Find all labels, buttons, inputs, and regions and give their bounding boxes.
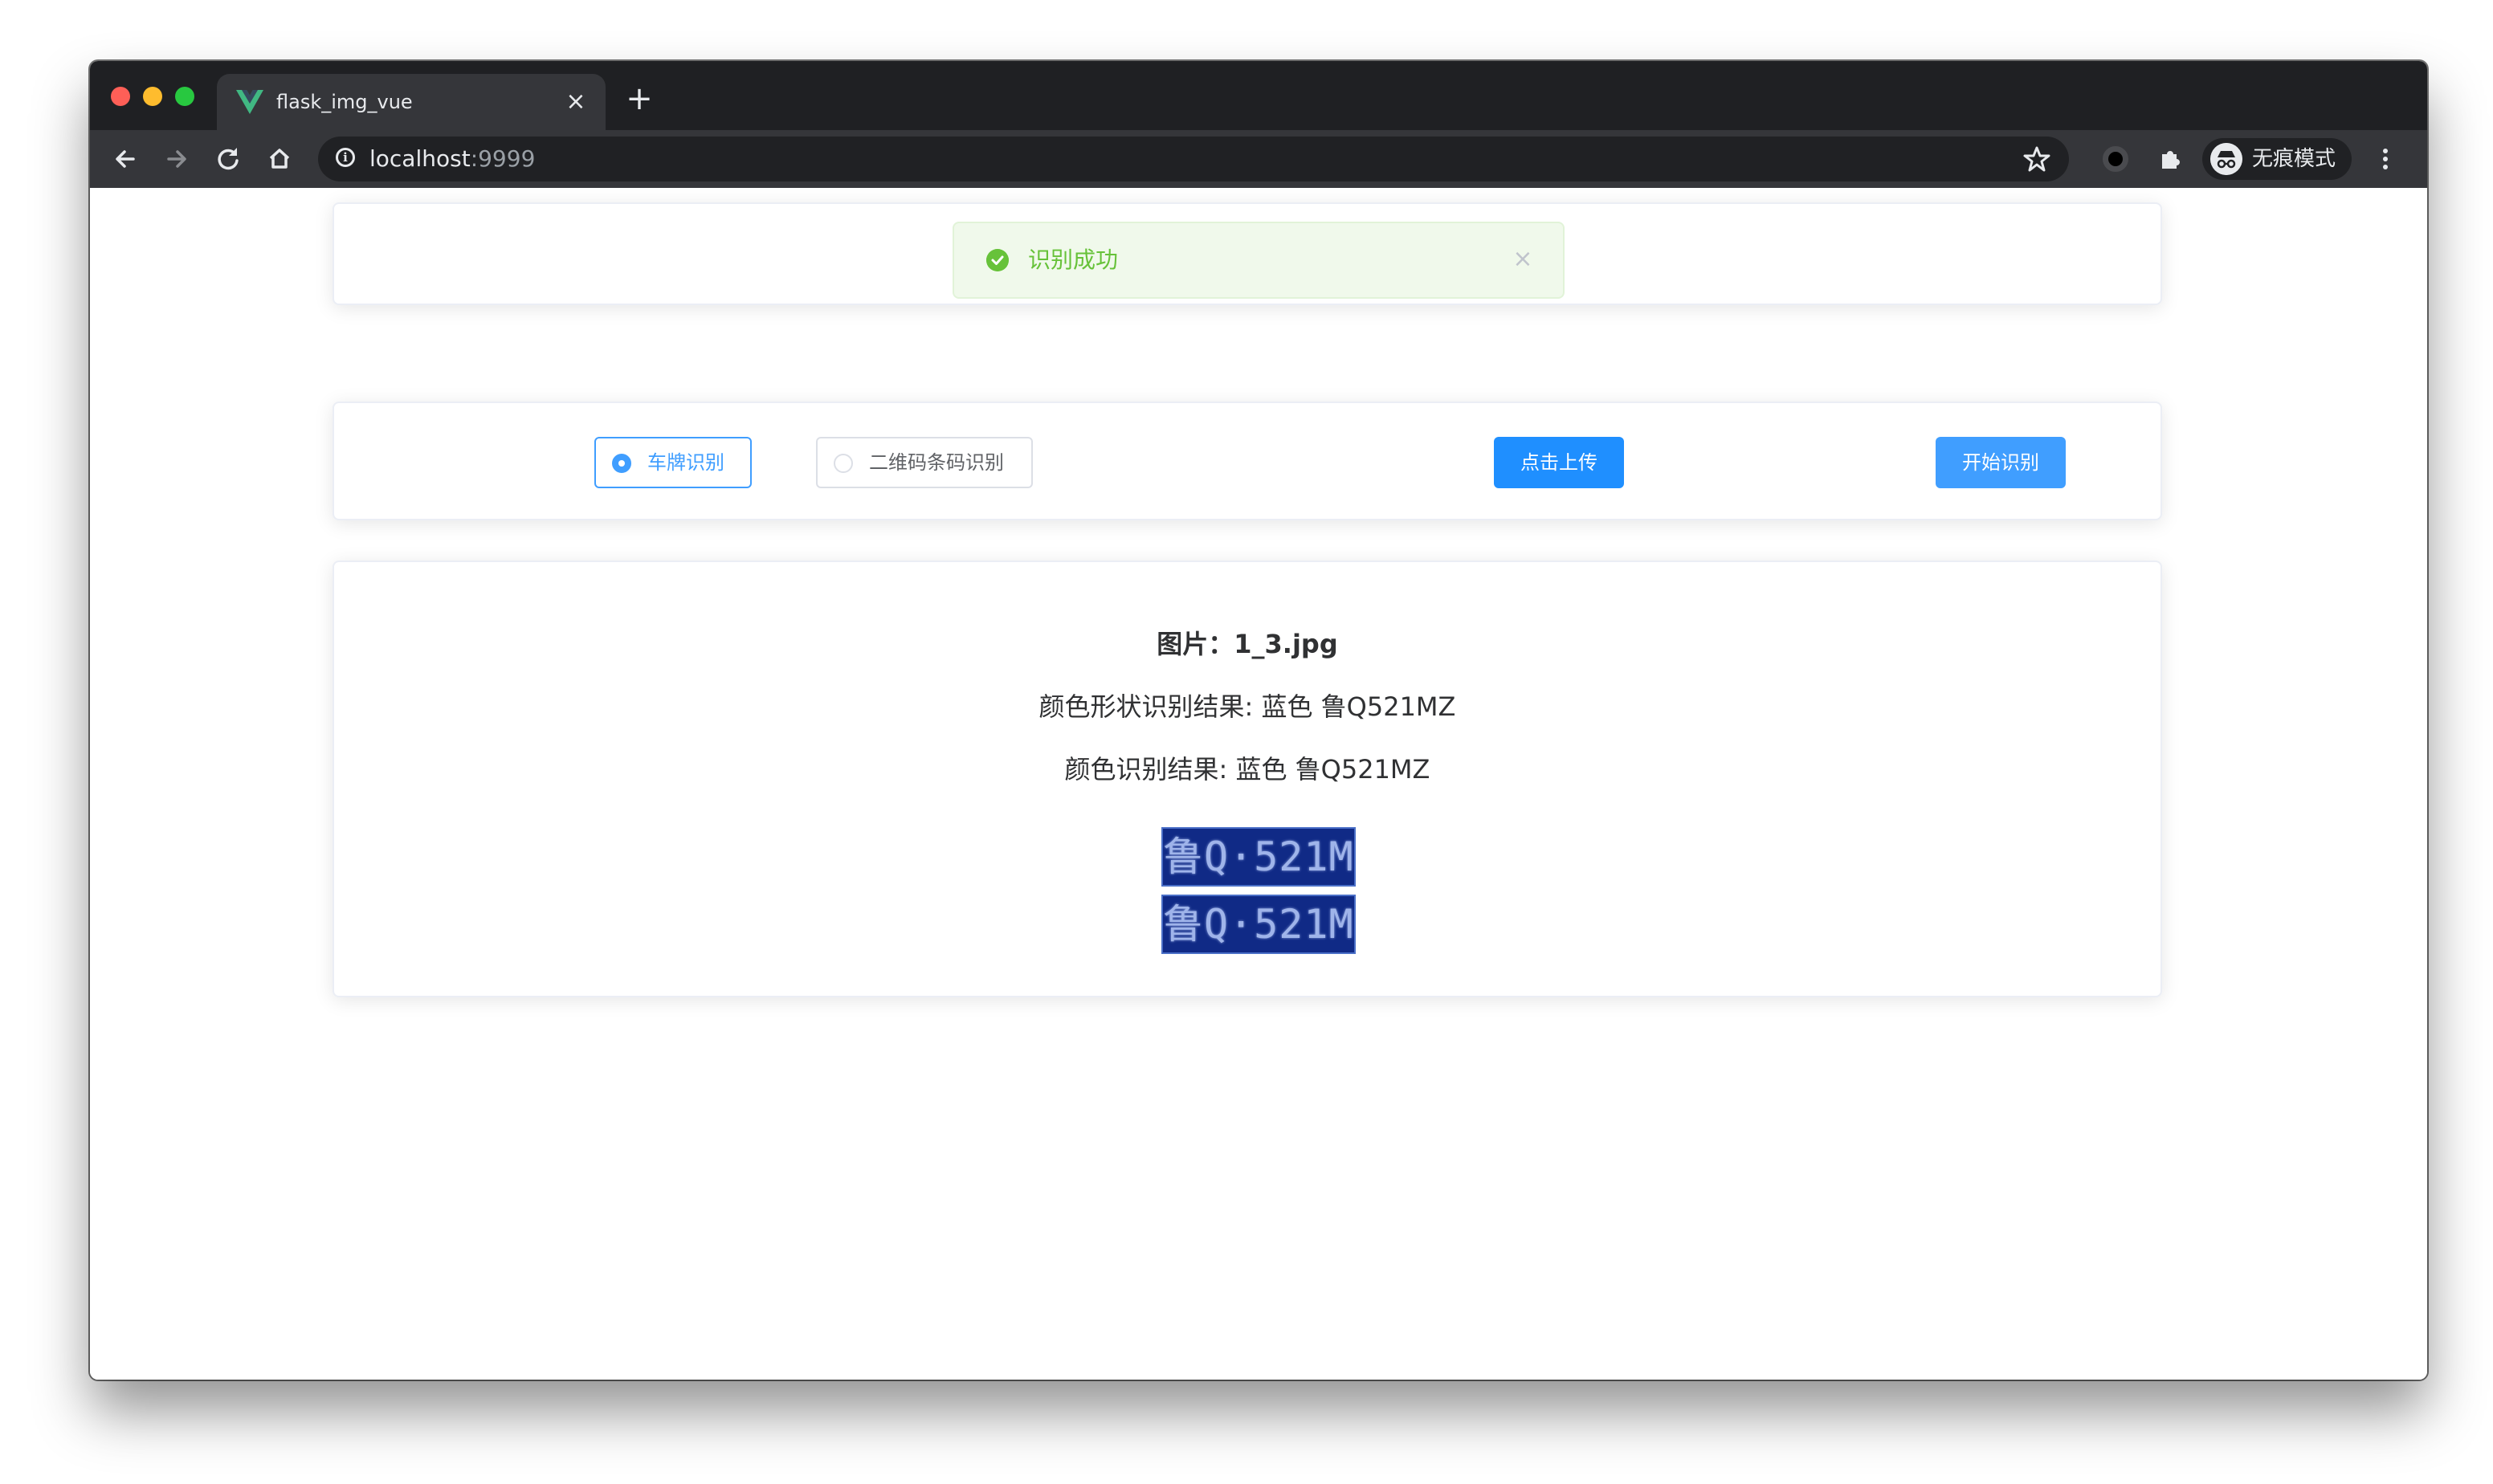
home-icon bbox=[269, 149, 290, 169]
forward-arrow-icon bbox=[167, 150, 186, 168]
minimize-window-button[interactable] bbox=[143, 87, 162, 106]
radio-label: 车牌识别 bbox=[647, 451, 724, 474]
radio-plate-recognition[interactable]: 车牌识别 bbox=[594, 437, 752, 488]
result-image-title: 图片：1_3.jpg bbox=[1157, 629, 1338, 659]
shape-color-result: 颜色形状识别结果: 蓝色 鲁Q521MZ bbox=[1038, 691, 1456, 722]
address-bar[interactable]: i localhost:9999 bbox=[318, 137, 2069, 181]
url-port: :9999 bbox=[470, 145, 536, 172]
browser-tab[interactable]: flask_img_vue × bbox=[217, 74, 606, 130]
message-card: 识别成功 × bbox=[333, 202, 2162, 305]
back-arrow-icon bbox=[116, 150, 135, 168]
site-info-icon[interactable]: i bbox=[336, 148, 355, 167]
check-circle-icon bbox=[986, 249, 1009, 271]
plate-text: 鲁Q·521MZ bbox=[1163, 901, 1354, 948]
radio-label: 二维码条码识别 bbox=[869, 451, 1004, 474]
browser-window: flask_img_vue × + i localhost:9999 无痕模式 … bbox=[90, 61, 2427, 1380]
forward-button[interactable] bbox=[159, 141, 194, 177]
vue-logo-icon bbox=[236, 90, 263, 114]
start-recognition-button[interactable]: 开始识别 bbox=[1936, 437, 2066, 488]
back-button[interactable] bbox=[108, 141, 143, 177]
tab-strip: flask_img_vue × + bbox=[90, 61, 2427, 130]
maximize-window-button[interactable] bbox=[175, 87, 194, 106]
home-button[interactable] bbox=[262, 141, 297, 177]
extensions-puzzle-icon[interactable] bbox=[2152, 141, 2188, 177]
alert-close-icon[interactable]: × bbox=[1510, 247, 1536, 273]
tab-close-icon[interactable]: × bbox=[562, 88, 590, 116]
radio-qr-barcode-recognition[interactable]: 二维码条码识别 bbox=[816, 437, 1033, 488]
alert-message: 识别成功 bbox=[1028, 247, 1119, 273]
result-card: 图片：1_3.jpg 颜色形状识别结果: 蓝色 鲁Q521MZ 颜色识别结果: … bbox=[333, 561, 2162, 997]
incognito-icon bbox=[2210, 143, 2242, 175]
upload-button[interactable]: 点击上传 bbox=[1494, 437, 1624, 488]
radio-checked-icon bbox=[612, 454, 631, 473]
radio-unchecked-icon bbox=[834, 454, 853, 473]
reload-icon bbox=[218, 148, 239, 170]
new-tab-button[interactable]: + bbox=[625, 83, 654, 115]
color-result: 颜色识别结果: 蓝色 鲁Q521MZ bbox=[1064, 754, 1430, 785]
page-content: 识别成功 × 车牌识别 二维码条码识别 点击上传 开始识别 图片：1_3.jpg… bbox=[90, 188, 2427, 1380]
plate-text: 鲁Q·521MZ bbox=[1163, 834, 1354, 880]
url-text[interactable]: localhost:9999 bbox=[369, 146, 535, 172]
plate-image-color: 鲁Q·521MZ bbox=[1161, 895, 1356, 954]
browser-toolbar: i localhost:9999 无痕模式 bbox=[90, 130, 2427, 188]
url-host: localhost bbox=[369, 145, 471, 172]
tab-title: flask_img_vue bbox=[276, 91, 413, 113]
success-alert: 识别成功 × bbox=[953, 222, 1565, 299]
profile-label: 无痕模式 bbox=[2252, 147, 2336, 171]
profile-button[interactable]: 无痕模式 bbox=[2202, 138, 2352, 180]
more-menu-icon[interactable] bbox=[2368, 141, 2403, 177]
close-window-button[interactable] bbox=[111, 87, 130, 106]
controls-card: 车牌识别 二维码条码识别 点击上传 开始识别 bbox=[333, 402, 2162, 520]
extension-circle-icon[interactable] bbox=[2103, 146, 2128, 172]
bookmark-star-icon[interactable] bbox=[2021, 143, 2053, 175]
reload-button[interactable] bbox=[210, 141, 246, 177]
plate-image-shape: 鲁Q·521MZ bbox=[1161, 827, 1356, 887]
